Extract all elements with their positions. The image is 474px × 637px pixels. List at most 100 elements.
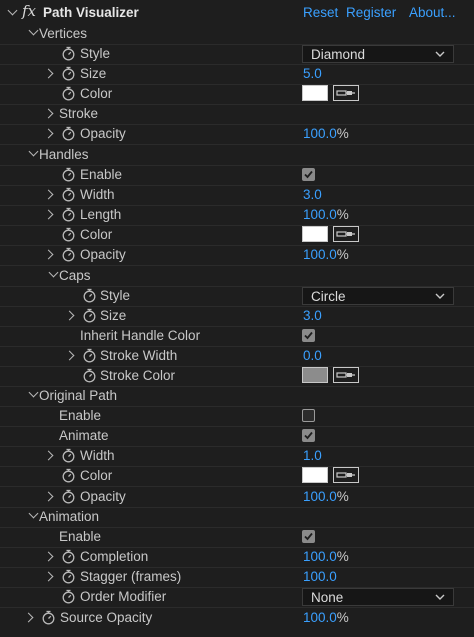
twirl-right-icon[interactable] (43, 189, 54, 200)
opacity-value[interactable]: 100.0% (303, 126, 349, 141)
twirl-down-icon[interactable] (28, 25, 39, 36)
stopwatch-icon[interactable] (82, 288, 97, 303)
stopwatch-icon[interactable] (61, 589, 76, 604)
about-link[interactable]: About... (409, 5, 456, 20)
order-dropdown[interactable]: None (302, 588, 454, 606)
group-animation[interactable]: Animation (0, 507, 474, 528)
stopwatch-icon[interactable] (61, 549, 76, 564)
stopwatch-icon[interactable] (82, 368, 97, 383)
twirl-right-icon[interactable] (64, 310, 75, 321)
width-value[interactable]: 3.0 (303, 187, 322, 202)
stopwatch-icon[interactable] (61, 569, 76, 584)
value-number[interactable]: 100.0 (303, 569, 337, 584)
stagger-value[interactable]: 100.0 (303, 569, 337, 584)
inherit-checkbox[interactable] (302, 329, 315, 342)
value-number[interactable]: 0.0 (303, 348, 322, 363)
twirl-right-icon[interactable] (23, 612, 34, 623)
color-swatch[interactable] (302, 226, 328, 242)
param-label: Color (80, 86, 113, 101)
twirl-down-icon[interactable] (28, 508, 39, 519)
eyedropper-button[interactable] (333, 467, 359, 483)
stopwatch-icon[interactable] (61, 489, 76, 504)
value-number[interactable]: 100.0 (303, 549, 337, 564)
twirl-down-icon[interactable] (28, 387, 39, 398)
twirl-right-icon[interactable] (43, 68, 54, 79)
stopwatch-icon[interactable] (61, 187, 76, 202)
eyedropper-button[interactable] (333, 226, 359, 242)
twirl-right-icon[interactable] (43, 209, 54, 220)
eyedropper-icon (336, 472, 355, 478)
value-number[interactable]: 5.0 (303, 66, 322, 81)
eyedropper-icon (336, 231, 355, 237)
stopwatch-icon[interactable] (61, 66, 76, 81)
stopwatch-icon[interactable] (61, 167, 76, 182)
color-swatch[interactable] (302, 85, 328, 101)
value-number[interactable]: 100.0 (303, 126, 337, 141)
fx-icon[interactable]: fx (22, 2, 36, 20)
size-value[interactable]: 5.0 (303, 66, 322, 81)
color-swatch[interactable] (302, 367, 328, 383)
twirl-right-icon[interactable] (43, 108, 54, 119)
stopwatch-icon[interactable] (61, 46, 76, 61)
stopwatch-icon[interactable] (61, 247, 76, 262)
stopwatch-icon[interactable] (82, 348, 97, 363)
group-caps[interactable]: Caps (0, 266, 474, 287)
group-label: Animation (39, 509, 100, 524)
stopwatch-icon[interactable] (82, 308, 97, 323)
stopwatch-icon[interactable] (61, 207, 76, 222)
value-number[interactable]: 3.0 (303, 308, 322, 323)
color-swatch[interactable] (302, 467, 328, 483)
value-number[interactable]: 100.0 (303, 610, 337, 625)
size-value[interactable]: 3.0 (303, 308, 322, 323)
stopwatch-icon[interactable] (61, 126, 76, 141)
enable-checkbox[interactable] (302, 168, 315, 181)
twirl-down-icon[interactable] (7, 5, 18, 16)
stroke-width-value[interactable]: 0.0 (303, 348, 322, 363)
twirl-right-icon[interactable] (43, 571, 54, 582)
chevron-down-icon (435, 293, 445, 299)
length-value[interactable]: 100.0% (303, 207, 349, 222)
twirl-right-icon[interactable] (43, 551, 54, 562)
value-number[interactable]: 100.0 (303, 489, 337, 504)
param-vertices-opacity: Opacity 100.0% (0, 124, 474, 145)
value-number[interactable]: 3.0 (303, 187, 322, 202)
twirl-right-icon[interactable] (43, 128, 54, 139)
stopwatch-icon[interactable] (61, 448, 76, 463)
group-original-path[interactable]: Original Path (0, 386, 474, 407)
animate-checkbox[interactable] (302, 429, 315, 442)
value-number[interactable]: 100.0 (303, 207, 337, 222)
opacity-value[interactable]: 100.0% (303, 489, 349, 504)
enable-checkbox[interactable] (302, 530, 315, 543)
stopwatch-icon[interactable] (61, 468, 76, 483)
param-label: Enable (80, 167, 123, 182)
stopwatch-icon[interactable] (41, 610, 56, 625)
group-vertices[interactable]: Vertices (0, 24, 474, 45)
eyedropper-button[interactable] (333, 85, 359, 101)
twirl-down-icon[interactable] (28, 146, 39, 157)
source-opacity-value[interactable]: 100.0% (303, 610, 349, 625)
stopwatch-icon[interactable] (61, 227, 76, 242)
twirl-down-icon[interactable] (48, 267, 59, 278)
completion-value[interactable]: 100.0% (303, 549, 349, 564)
twirl-right-icon[interactable] (64, 350, 75, 361)
reset-link[interactable]: Reset (303, 5, 338, 20)
twirl-right-icon[interactable] (43, 491, 54, 502)
param-animation-stagger: Stagger (frames) 100.0 (0, 567, 474, 588)
register-link[interactable]: Register (346, 5, 396, 20)
twirl-right-icon[interactable] (43, 249, 54, 260)
width-value[interactable]: 1.0 (303, 448, 322, 463)
group-handles[interactable]: Handles (0, 145, 474, 166)
checkmark-icon (304, 431, 313, 440)
value-number[interactable]: 1.0 (303, 448, 322, 463)
eyedropper-icon (336, 372, 355, 378)
style-dropdown[interactable]: Circle (302, 287, 454, 305)
twirl-right-icon[interactable] (43, 450, 54, 461)
stopwatch-icon[interactable] (61, 86, 76, 101)
value-number[interactable]: 100.0 (303, 247, 337, 262)
param-vertices-stroke: Stroke (0, 104, 474, 125)
eyedropper-button[interactable] (333, 367, 359, 383)
opacity-value[interactable]: 100.0% (303, 247, 349, 262)
enable-checkbox[interactable] (302, 409, 315, 422)
param-label: Size (80, 66, 107, 81)
style-dropdown[interactable]: Diamond (302, 45, 454, 63)
